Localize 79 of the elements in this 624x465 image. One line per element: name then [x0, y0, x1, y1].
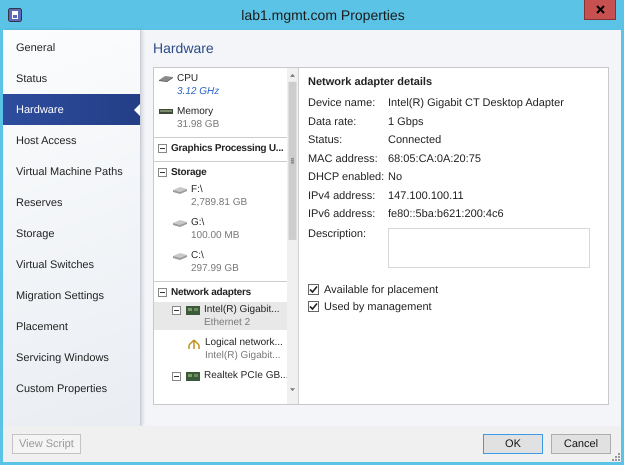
network-card-icon	[186, 372, 200, 382]
tree-item-name: Intel(R) Gigabit...	[204, 303, 280, 316]
tree-item-detail: 100.00 MB	[191, 229, 240, 242]
details-title: Network adapter details	[308, 76, 434, 88]
tree-item[interactable]: CPU 3.12 GHz	[154, 71, 287, 99]
field-label: DHCP enabled:	[308, 171, 386, 184]
tree-item-detail: 297.99 GB	[191, 262, 239, 275]
tree-group-label[interactable]: Storage	[171, 166, 206, 178]
drive-icon	[172, 186, 186, 194]
network-card-icon	[186, 306, 200, 316]
description-field[interactable]	[388, 228, 590, 268]
field-value: Connected	[388, 134, 442, 146]
tree-item-name: F:\	[191, 183, 204, 196]
tree-item-name: C:\	[191, 249, 205, 262]
tree-item[interactable]: G:\ 100.00 MB	[154, 215, 287, 243]
tree-item[interactable]: F:\ 2,789.81 GB	[154, 182, 287, 210]
field-value: 147.100.100.11	[388, 190, 464, 202]
sidebar-item[interactable]: Placement	[3, 311, 140, 342]
sidebar-item[interactable]: Migration Settings	[3, 280, 140, 311]
tree-item-detail: Intel(R) Gigabit...	[205, 349, 282, 362]
tree-item[interactable]: C:\ 297.99 GB	[154, 248, 287, 276]
cancel-button[interactable]: Cancel	[551, 434, 611, 454]
tree-item[interactable]: Intel(R) Gigabit... Ethernet 2	[154, 302, 287, 330]
collapse-toggle[interactable]	[172, 306, 181, 315]
drive-icon	[172, 219, 186, 227]
field-value: fe80::5ba:b621:200:4c6	[388, 208, 504, 220]
field-label: Data rate:	[308, 116, 358, 128]
tree-item[interactable]: Logical network... Intel(R) Gigabit...	[154, 335, 287, 363]
checkbox[interactable]	[308, 301, 319, 312]
close-icon	[596, 5, 604, 14]
tree-item[interactable]: Memory 31.98 GB	[154, 104, 287, 132]
sidebar-item[interactable]: General	[3, 32, 140, 63]
tree-item-detail: Ethernet 2	[204, 316, 252, 329]
drive-icon	[172, 252, 186, 260]
field-label: IPv4 address:	[308, 190, 376, 202]
field-value: No	[388, 171, 402, 184]
tree-item-detail: 31.98 GB	[177, 118, 220, 131]
collapse-toggle[interactable]	[158, 168, 167, 176]
collapse-toggle[interactable]	[172, 372, 181, 381]
sidebar-item[interactable]: Status	[3, 63, 140, 94]
sidebar-item[interactable]: Storage	[3, 218, 140, 249]
field-value: 68:05:CA:0A:20:75	[388, 152, 481, 165]
scrollbar[interactable]	[287, 68, 298, 404]
field-label: Description:	[308, 228, 368, 240]
field-value: 1 Gbps	[388, 116, 424, 128]
checkbox[interactable]	[308, 284, 319, 295]
tree-group-label[interactable]: Graphics Processing U...	[171, 142, 284, 154]
field-label: Status:	[308, 134, 344, 146]
sidebar-item[interactable]: Host Access	[3, 125, 140, 156]
page-heading: Hardware	[153, 40, 215, 58]
tree-item-name: Memory	[177, 105, 214, 118]
sidebar-item[interactable]: Hardware	[3, 94, 140, 125]
field-label: MAC address:	[308, 152, 379, 165]
tree-item-name: Logical network...	[205, 336, 283, 349]
tree-item-name: CPU	[177, 72, 200, 85]
app-icon	[8, 8, 22, 22]
sidebar-item[interactable]: Custom Properties	[3, 373, 140, 404]
sidebar-item[interactable]: Virtual Switches	[3, 249, 140, 280]
sidebar-item[interactable]: Virtual Machine Paths	[3, 156, 140, 187]
tree-item-detail: 3.12 GHz	[177, 85, 220, 98]
tree-group-label[interactable]: Network adapters	[171, 286, 251, 298]
close-button[interactable]	[584, 0, 616, 20]
sidebar-item[interactable]: Servicing Windows	[3, 342, 140, 373]
field-value: Intel(R) Gigabit CT Desktop Adapter	[388, 97, 564, 110]
network-icon	[186, 339, 200, 350]
resize-grip-icon	[612, 453, 620, 461]
field-label: IPv6 address:	[308, 208, 376, 220]
collapse-toggle[interactable]	[158, 144, 167, 152]
processor-icon	[158, 75, 172, 83]
field-label: Device name:	[308, 97, 376, 110]
collapse-toggle[interactable]	[158, 288, 167, 296]
tree-item-detail: 2,789.81 GB	[191, 196, 248, 209]
ok-button[interactable]: OK	[483, 434, 543, 454]
tree-item-name: G:\	[191, 216, 206, 229]
checkbox-label: Available for placement	[324, 284, 438, 296]
window-title: lab1.mgmt.com Properties	[240, 7, 406, 23]
sidebar-item[interactable]: Reserves	[3, 187, 140, 218]
memory-module-icon	[158, 108, 172, 115]
checkbox-label: Used by management	[324, 300, 432, 312]
